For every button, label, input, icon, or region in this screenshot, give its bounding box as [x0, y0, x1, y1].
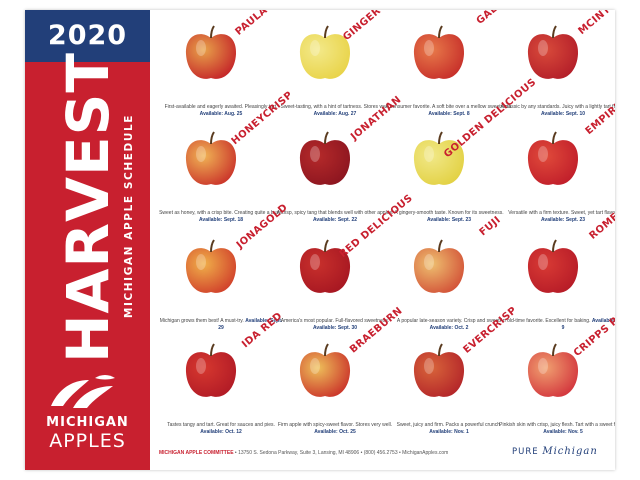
apple-description: Tastes tangy and tart. Great for sauces … — [157, 422, 285, 436]
description-text: A classic by any standards. Juicy with a… — [500, 104, 615, 110]
pure-word: PURE — [512, 447, 539, 457]
michigan-word: Michigan — [542, 446, 598, 457]
footer-contact: MICHIGAN APPLE COMMITTEE • 13750 S. Sedo… — [159, 450, 489, 456]
sidebar-banner: 2020 HARVEST MICHIGAN APPLE SCHEDULE MIC… — [25, 10, 150, 470]
description-text: A crisp, spicy tang that blends well wit… — [276, 210, 394, 216]
brand-apples: APPLES — [49, 430, 126, 452]
rotated-title-area: HARVEST MICHIGAN APPLE SCHEDULE — [43, 52, 135, 370]
availability-date: Available: Oct. 25 — [314, 429, 356, 435]
availability-date: Available: Sept. 30 — [313, 325, 357, 331]
apple-card: ROME An old-time favorite. Excellent for … — [500, 211, 615, 342]
apple-description: Sweet, juicy and firm. Packs a powerful … — [385, 422, 513, 436]
schedule-subtitle: MICHIGAN APPLE SCHEDULE — [123, 113, 135, 319]
availability-date: Available: Sept. 18 — [199, 217, 243, 223]
apple-card: GOLDEN DELICIOUS A gingery-smooth taste. … — [391, 77, 538, 234]
apple-card: JONATHAN A crisp, spicy tang that blends … — [276, 94, 404, 234]
description-text: Pinkish skin with crisp, juicy flesh. Ta… — [499, 422, 615, 428]
availability-date: Available: Nov. 5 — [543, 429, 583, 435]
apple-logo-icon — [51, 375, 115, 408]
availability-date: Available: Nov. 1 — [429, 429, 469, 435]
footer-address: • 13750 S. Sedona Parkway, Suite 3, Lans… — [233, 450, 449, 456]
description-text: America's most popular. Full-flavored sw… — [280, 318, 390, 324]
availability-date: Available: Aug. 25 — [199, 111, 243, 117]
availability-date: Available: Oct. 2 — [429, 325, 469, 331]
description-text: Sweet as honey, with a crisp bite. Creat… — [159, 210, 283, 216]
pure-michigan-logo: PURE Michigan — [512, 446, 602, 457]
description-text: First-available and eagerly awaited. Ple… — [164, 104, 278, 110]
apple-card: CRIPPS PINK Pinkish skin with crisp, juic… — [499, 302, 615, 446]
apple-card: MCINTOSH A classic by any standards. Juic… — [500, 10, 615, 128]
availability-date: Available: Sept. 23 — [541, 217, 585, 223]
availability-date: Available: Sept. 23 — [427, 217, 471, 223]
harvest-poster: 2020 HARVEST MICHIGAN APPLE SCHEDULE MIC… — [25, 10, 615, 470]
availability-date: Available: Aug. 27 — [313, 111, 357, 117]
description-text: Tastes tangy and tart. Great for sauces … — [167, 422, 275, 428]
description-text: Firm apple with spicy-sweet flavor. Stor… — [277, 422, 393, 428]
availability-date: Available: Sept. 22 — [313, 217, 357, 223]
apple-description: Firm apple with spicy-sweet flavor. Stor… — [271, 422, 399, 436]
description-text: A gingery-smooth taste. Known for its sw… — [394, 210, 504, 216]
harvest-title: HARVEST — [54, 52, 122, 363]
footer-org: MICHIGAN APPLE COMMITTEE — [159, 450, 234, 456]
brand-michigan: MICHIGAN — [46, 415, 129, 430]
apple-description: Versatile with a firm texture. Sweet, ye… — [499, 210, 615, 224]
availability-date: Available: Sept. 10 — [541, 111, 585, 117]
apple-card: HONEYCRISP Sweet as honey, with a crisp b… — [159, 90, 295, 234]
apple-card: EMPIRE Versatile with a firm texture. Swe… — [505, 100, 615, 234]
description-text: Sweet, juicy and firm. Packs a powerful … — [396, 422, 502, 428]
availability-date: Available: Oct. 12 — [200, 429, 242, 435]
apple-description: Pinkish skin with crisp, juicy flesh. Ta… — [499, 422, 615, 436]
description-text: A popular late-season variety. Crisp and… — [396, 318, 502, 324]
description-text: Michigan grows them best! A must-try. — [159, 318, 244, 324]
description-text: Sweet-tasting, with a hint of tartness. … — [280, 104, 390, 110]
apple-card: EVERCRISP Sweet, juicy and firm. Packs a … — [391, 305, 520, 446]
availability-date: Available: Sept. 8 — [428, 111, 470, 117]
apple-card: IDA RED Tastes tangy and tart. Great for … — [163, 311, 285, 446]
apple-card: BRAEBURN Firm apple with spicy-sweet flav… — [277, 305, 405, 446]
year-label: 2020 — [47, 20, 128, 51]
description-text: An old-time favorite. Excellent for baki… — [499, 318, 591, 324]
description-text: Versatile with a firm texture. Sweet, ye… — [508, 210, 615, 216]
